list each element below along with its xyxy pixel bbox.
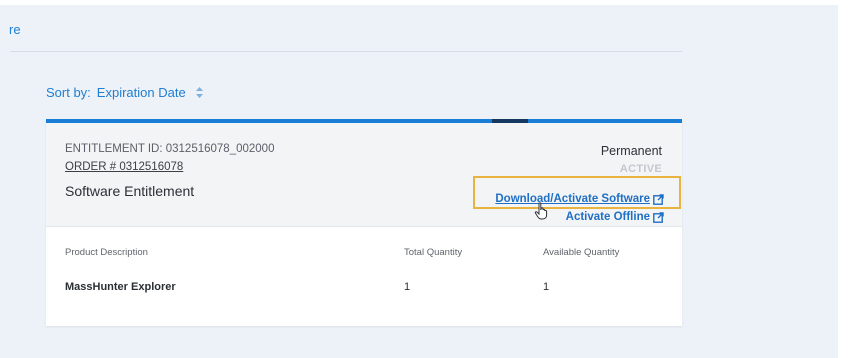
total-quantity: 1 — [404, 281, 411, 293]
status-badge: ACTIVE — [619, 163, 662, 175]
external-link-icon — [653, 193, 664, 205]
download-activate-label: Download/Activate Software — [495, 193, 650, 205]
section-divider — [10, 51, 682, 52]
sort-arrows-icon[interactable] — [195, 87, 203, 98]
column-header-product: Product Description — [65, 247, 148, 258]
partial-nav-link[interactable]: re — [9, 22, 21, 37]
entitlement-header: ENTITLEMENT ID: 0312516078_002000 ORDER … — [46, 123, 682, 227]
entitlement-title: Software Entitlement — [65, 183, 195, 199]
sort-label: Sort by: — [46, 85, 91, 100]
entitlement-id: ENTITLEMENT ID: 0312516078_002000 — [65, 143, 275, 155]
content-panel: re Sort by: Expiration Date ENTITLEMENT … — [0, 5, 838, 358]
sort-value[interactable]: Expiration Date — [97, 85, 186, 100]
activate-offline-label: Activate Offline — [565, 211, 650, 223]
download-activate-link[interactable]: Download/Activate Software — [495, 193, 664, 205]
product-name: MassHunter Explorer — [65, 281, 176, 293]
hand-cursor-icon — [534, 202, 550, 225]
available-quantity: 1 — [543, 281, 550, 293]
activate-offline-link[interactable]: Activate Offline — [566, 211, 664, 223]
order-number-link[interactable]: ORDER # 0312516078 — [65, 161, 183, 173]
external-link-icon — [653, 211, 664, 223]
sort-control[interactable]: Sort by: Expiration Date — [46, 85, 203, 100]
column-header-available: Available Quantity — [543, 247, 620, 258]
page-canvas: re Sort by: Expiration Date ENTITLEMENT … — [0, 0, 851, 358]
entitlement-card: ENTITLEMENT ID: 0312516078_002000 ORDER … — [46, 119, 682, 326]
entitlement-term: Permanent — [600, 144, 662, 158]
column-header-total: Total Quantity — [404, 247, 463, 258]
